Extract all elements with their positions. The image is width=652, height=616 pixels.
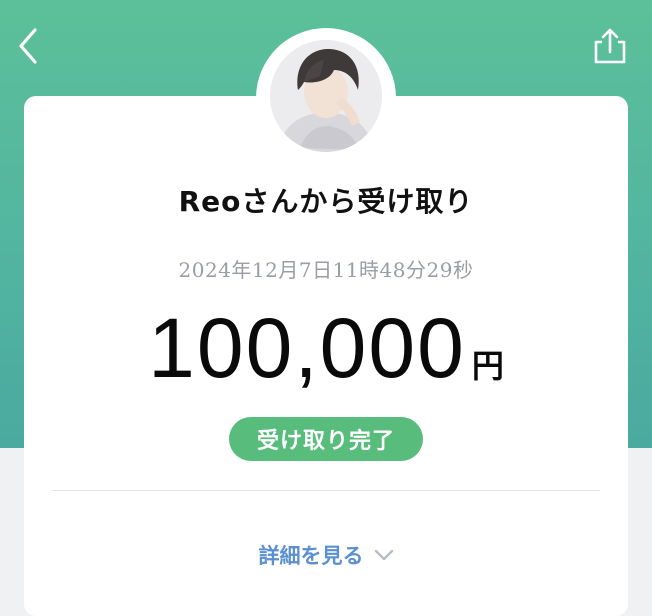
status-badge: 受け取り完了 [229,417,423,461]
transaction-timestamp: 2024年12月7日11時48分29秒 [178,258,474,282]
user-avatar [270,40,382,152]
currency-label: 円 [471,347,504,385]
details-link[interactable]: 詳細を見る [0,540,652,570]
chevron-left-icon [19,28,37,64]
amount-value: 100,000 [148,301,466,395]
avatar[interactable] [270,40,382,152]
divider [52,490,600,491]
share-icon [594,28,626,64]
details-label: 詳細を見る [258,544,364,568]
share-button[interactable] [590,24,630,68]
back-button[interactable] [10,24,46,68]
chevron-down-icon [374,549,394,561]
transaction-title: Reoさんから受け取り [178,185,474,218]
amount-display: 100,000 円 [0,300,652,397]
